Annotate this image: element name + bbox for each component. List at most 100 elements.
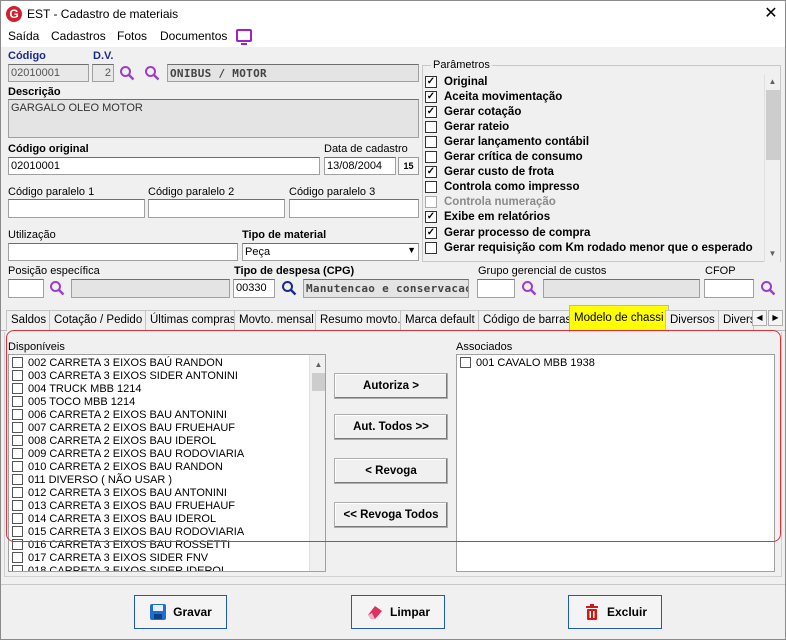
checkbox-icon[interactable]	[425, 241, 437, 254]
checkbox-icon[interactable]	[12, 565, 23, 571]
codigo-field[interactable]: 02010001	[8, 64, 89, 82]
param-row[interactable]: Gerar crítica de consumo	[425, 150, 583, 165]
tab-diversos-2[interactable]: Divers	[718, 310, 754, 331]
codigo-original-field[interactable]: 02010001	[8, 157, 320, 175]
utilizacao-field[interactable]	[8, 243, 238, 261]
group-name-field: ONIBUS / MOTOR	[167, 64, 419, 82]
excluir-label: Excluir	[606, 605, 648, 619]
title-bar: G EST - Cadastro de materiais ✕	[1, 1, 785, 27]
param-label: Gerar rateio	[444, 120, 510, 133]
grupo-gerencial-field[interactable]	[477, 279, 515, 298]
utilizacao-label: Utilização	[8, 229, 56, 241]
search-grupo-icon[interactable]	[521, 280, 537, 296]
param-row[interactable]: Gerar requisição com Km rodado menor que…	[425, 240, 753, 255]
list-item[interactable]: 018 CARRETA 3 EIXOS SIDER IDEROL	[9, 564, 309, 572]
scroll-up-icon[interactable]: ▲	[765, 74, 780, 89]
tipo-despesa-name-field: Manutencao e conservacao	[303, 279, 469, 298]
cfop-label: CFOP	[705, 265, 736, 277]
tipo-material-select[interactable]: Peça ▼	[242, 243, 419, 261]
paralelo3-field[interactable]	[289, 199, 419, 218]
dv-field[interactable]: 2	[92, 64, 114, 82]
param-label: Gerar processo de compra	[444, 226, 591, 239]
param-row[interactable]: ✓ Gerar cotação	[425, 104, 521, 119]
param-label: Gerar lançamento contábil	[444, 135, 590, 148]
param-label: Gerar cotação	[444, 105, 522, 118]
scroll-thumb[interactable]	[766, 90, 780, 160]
highlight-frame	[6, 330, 781, 542]
checkbox-icon[interactable]	[425, 181, 437, 194]
param-row[interactable]: ✓ Gerar processo de compra	[425, 225, 590, 240]
descricao-field[interactable]: GARGALO OLEO MOTOR	[8, 99, 419, 138]
limpar-label: Limpar	[389, 605, 430, 619]
param-row[interactable]: ✓ Original	[425, 74, 487, 89]
grupo-gerencial-label: Grupo gerencial de custos	[478, 265, 607, 277]
tab-cotacao-pedido[interactable]: Cotação / Pedido	[49, 310, 148, 331]
checkbox-icon[interactable]	[425, 135, 437, 148]
checkbox-checked-icon[interactable]: ✓	[425, 166, 437, 179]
param-label: Controla numeração	[444, 196, 556, 209]
tab-next-icon[interactable]: ▶	[768, 310, 783, 326]
param-row[interactable]: ✓ Exibe em relatórios	[425, 210, 550, 225]
posicao-field[interactable]	[8, 279, 44, 298]
tab-modelo-chassi[interactable]: Modelo de chassi	[569, 305, 669, 332]
gravar-button[interactable]: Gravar	[134, 595, 227, 629]
menu-cadastros[interactable]: Cadastros	[51, 29, 106, 43]
tab-codigo-barras[interactable]: Código de barras	[478, 310, 577, 331]
tab-saldos[interactable]: Saldos	[6, 310, 52, 331]
tab-ultimas-compras[interactable]: Últimas compras	[145, 310, 241, 331]
scroll-down-icon[interactable]: ▼	[765, 246, 780, 261]
app-logo-icon: G	[6, 6, 22, 22]
tipo-despesa-code-field[interactable]: 00330	[233, 279, 275, 298]
search-posicao-icon[interactable]	[49, 280, 65, 296]
monitor-icon[interactable]	[236, 29, 252, 45]
checkbox-checked-icon[interactable]: ✓	[425, 105, 437, 118]
menu-bar: Saída Cadastros Fotos Documentos	[1, 27, 785, 47]
paralelo3-label: Código paralelo 3	[289, 186, 376, 198]
list-item-label: 018 CARRETA 3 EIXOS SIDER IDEROL	[28, 564, 228, 572]
tab-prev-icon[interactable]: ◀	[752, 310, 767, 326]
checkbox-checked-icon[interactable]: ✓	[425, 90, 437, 103]
checkbox-icon[interactable]	[425, 196, 437, 209]
limpar-button[interactable]: Limpar	[351, 595, 445, 629]
descricao-label: Descrição	[8, 86, 61, 98]
tipo-material-label: Tipo de material	[242, 229, 327, 241]
checkbox-icon[interactable]	[425, 151, 437, 163]
checkbox-icon[interactable]	[12, 552, 23, 563]
param-row[interactable]: Controla como impresso	[425, 180, 579, 195]
tipo-material-value: Peça	[245, 246, 271, 258]
param-row[interactable]: ✓ Aceita movimentação	[425, 89, 562, 104]
param-row[interactable]: Gerar lançamento contábil	[425, 134, 589, 149]
parametros-scrollbar[interactable]: ▲ ▼	[764, 74, 780, 262]
checkbox-icon[interactable]	[425, 120, 437, 133]
paralelo1-label: Código paralelo 1	[8, 186, 95, 198]
codigo-original-label: Código original	[8, 143, 89, 155]
tab-movto-mensal[interactable]: Movto. mensal	[234, 310, 319, 331]
tab-resumo-movto[interactable]: Resumo movto.	[315, 310, 406, 331]
tab-marca-default[interactable]: Marca default	[400, 310, 480, 331]
menu-fotos[interactable]: Fotos	[117, 29, 147, 43]
search-despesa-icon[interactable]	[281, 280, 297, 296]
search-group-icon[interactable]	[144, 65, 160, 81]
cfop-field[interactable]	[704, 279, 754, 298]
search-icon[interactable]	[119, 65, 135, 81]
menu-documentos[interactable]: Documentos	[160, 29, 227, 43]
tab-diversos[interactable]: Diversos	[665, 310, 720, 331]
search-cfop-icon[interactable]	[760, 280, 776, 296]
param-label: Gerar requisição com Km rodado menor que…	[444, 241, 753, 254]
checkbox-checked-icon[interactable]: ✓	[425, 226, 437, 239]
paralelo2-field[interactable]	[148, 199, 285, 218]
footer-separator	[1, 584, 785, 585]
gravar-label: Gravar	[173, 605, 212, 619]
close-button[interactable]: ✕	[759, 3, 783, 25]
checkbox-checked-icon[interactable]: ✓	[425, 211, 437, 224]
param-row[interactable]: ✓ Gerar custo de frota	[425, 165, 554, 180]
list-item[interactable]: 017 CARRETA 3 EIXOS SIDER FNV	[9, 551, 309, 564]
checkbox-checked-icon[interactable]: ✓	[425, 75, 437, 88]
data-cadastro-field[interactable]: 13/08/2004	[324, 157, 396, 175]
menu-saida[interactable]: Saída	[8, 29, 39, 43]
calendar-icon[interactable]: 15	[398, 157, 419, 175]
excluir-button[interactable]: Excluir	[568, 595, 662, 629]
param-row[interactable]: Controla numeração	[425, 195, 556, 210]
paralelo1-field[interactable]	[8, 199, 145, 218]
param-row[interactable]: Gerar rateio	[425, 119, 509, 134]
